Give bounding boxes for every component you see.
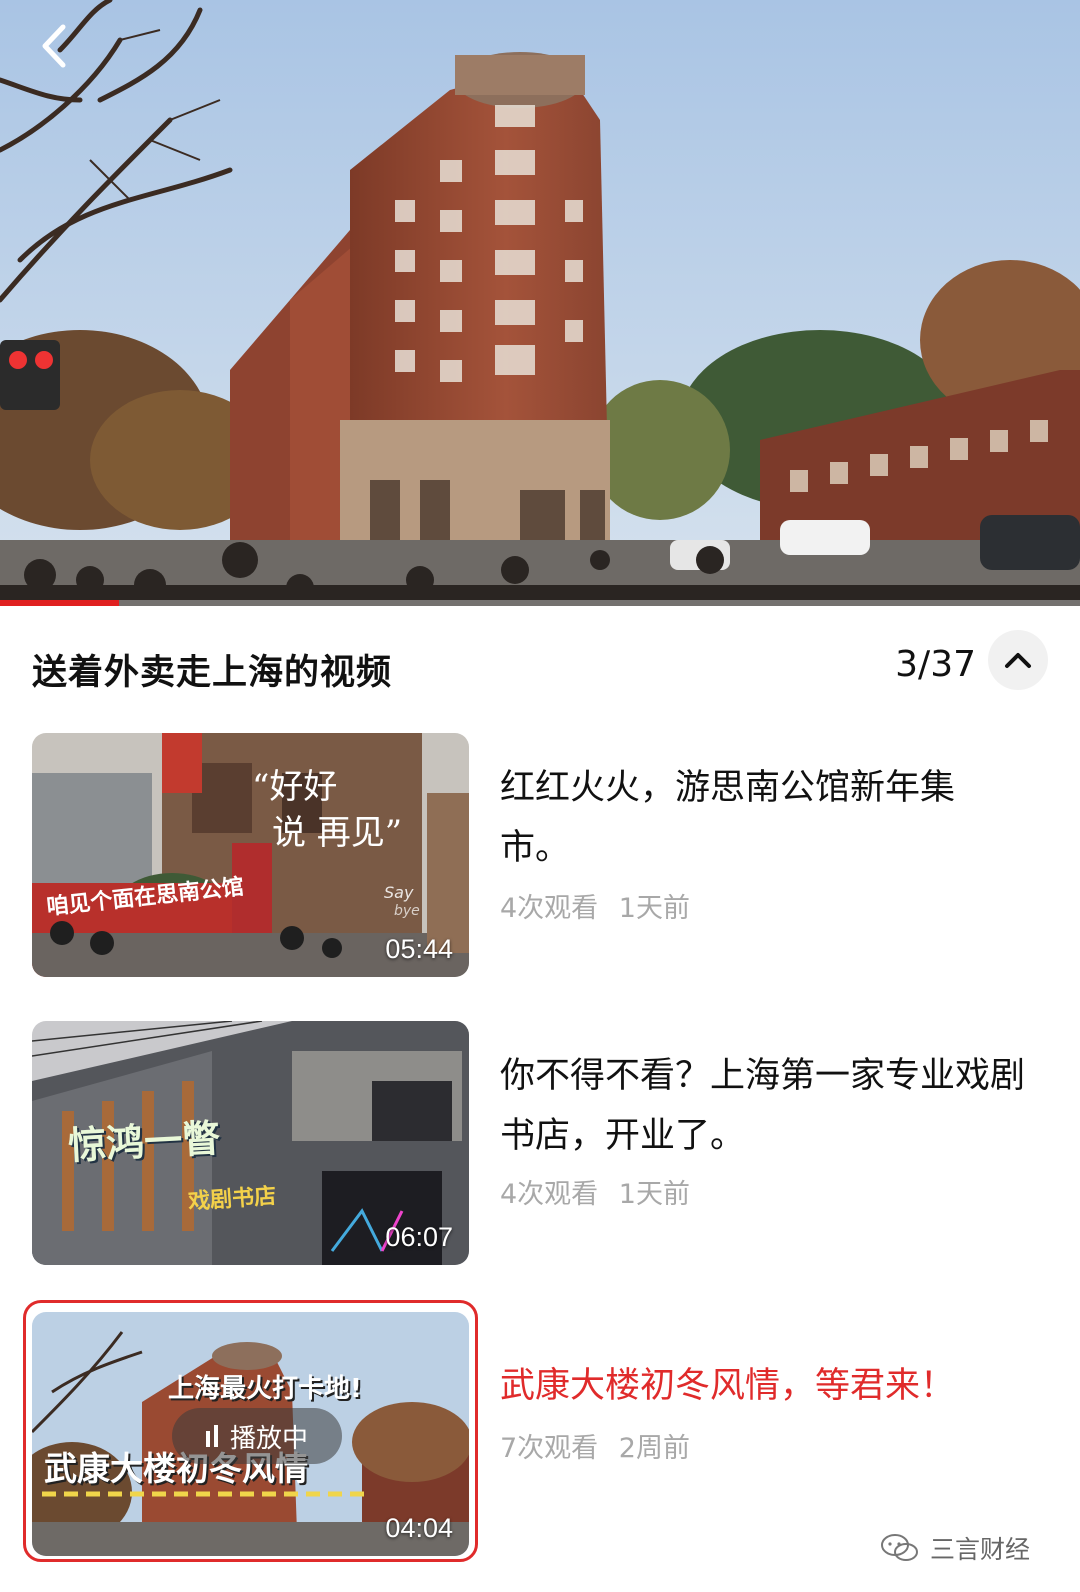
video-thumbnail[interactable]: 惊鸿一瞥 戏剧书店 06:07 bbox=[32, 1021, 469, 1265]
upload-age: 1天前 bbox=[618, 893, 690, 924]
video-meta: 4次观看 1天前 bbox=[500, 1172, 690, 1211]
now-playing-badge: 播放中 bbox=[172, 1408, 342, 1464]
video-duration: 05:44 bbox=[385, 934, 453, 964]
source-watermark: 三言财经 bbox=[880, 1530, 1030, 1566]
playing-label: 播放中 bbox=[229, 1423, 308, 1454]
watermark-text: 三言财经 bbox=[929, 1535, 1030, 1564]
video-duration: 06:07 bbox=[385, 1222, 453, 1252]
thumbnail-caption-1: 上海最火打卡地! bbox=[168, 1374, 362, 1404]
video-meta: 4次观看 1天前 bbox=[500, 886, 690, 925]
video-thumbnail[interactable]: “好好 说 再见” 咱见个面在思南公馆 Say bye 05:44 bbox=[32, 733, 469, 977]
video-title[interactable]: 武康大楼初冬风情，等君来！ bbox=[500, 1356, 1040, 1416]
back-button[interactable] bbox=[30, 18, 78, 74]
video-title[interactable]: 红红火火，游思南公馆新年集市。 bbox=[500, 758, 970, 878]
chevron-left-icon bbox=[42, 24, 66, 68]
video-meta: 7次观看 2周前 bbox=[500, 1426, 690, 1465]
video-player[interactable] bbox=[0, 0, 1080, 606]
thumbnail-caption-2: 戏剧书店 bbox=[187, 1183, 277, 1216]
upload-age: 1天前 bbox=[618, 1179, 690, 1210]
collapse-playlist-button[interactable] bbox=[988, 630, 1048, 690]
video-frame bbox=[0, 0, 1080, 606]
thumbnail-caption-1: “好好 bbox=[252, 767, 338, 807]
playlist-item-playing[interactable]: 上海最火打卡地! 武康大楼初冬风情 播放中 04:04 武康大楼初冬风情，等君来… bbox=[0, 1300, 1080, 1562]
playlist-title: 送着外卖走上海的视频 bbox=[32, 653, 393, 693]
video-title[interactable]: 你不得不看？上海第一家专业戏剧书店，开业了。 bbox=[500, 1046, 1040, 1166]
thumbnail-caption-5: bye bbox=[394, 903, 420, 919]
thumbnail-caption-4: Say bbox=[384, 883, 414, 902]
playlist-position: 3/37 bbox=[895, 644, 976, 685]
view-count: 4次观看 bbox=[500, 1179, 599, 1210]
view-count: 7次观看 bbox=[500, 1433, 599, 1464]
playlist-header: 送着外卖走上海的视频 3/37 bbox=[0, 606, 1080, 716]
wechat-icon bbox=[880, 1534, 918, 1561]
playlist-item[interactable]: “好好 说 再见” 咱见个面在思南公馆 Say bye 05:44 红红火火，游… bbox=[0, 730, 1080, 980]
video-thumbnail[interactable]: 上海最火打卡地! 武康大楼初冬风情 播放中 04:04 bbox=[32, 1312, 469, 1556]
video-duration: 04:04 bbox=[385, 1513, 453, 1543]
thumbnail-caption-1: 惊鸿一瞥 bbox=[67, 1116, 222, 1168]
thumbnail-caption-2: 说 再见” bbox=[272, 813, 403, 853]
playlist-item[interactable]: 惊鸿一瞥 戏剧书店 06:07 你不得不看？上海第一家专业戏剧书店，开业了。 4… bbox=[0, 1018, 1080, 1268]
playing-bars-icon bbox=[205, 1425, 218, 1447]
chevron-up-icon bbox=[1005, 653, 1031, 668]
upload-age: 2周前 bbox=[618, 1433, 690, 1464]
view-count: 4次观看 bbox=[500, 893, 599, 924]
